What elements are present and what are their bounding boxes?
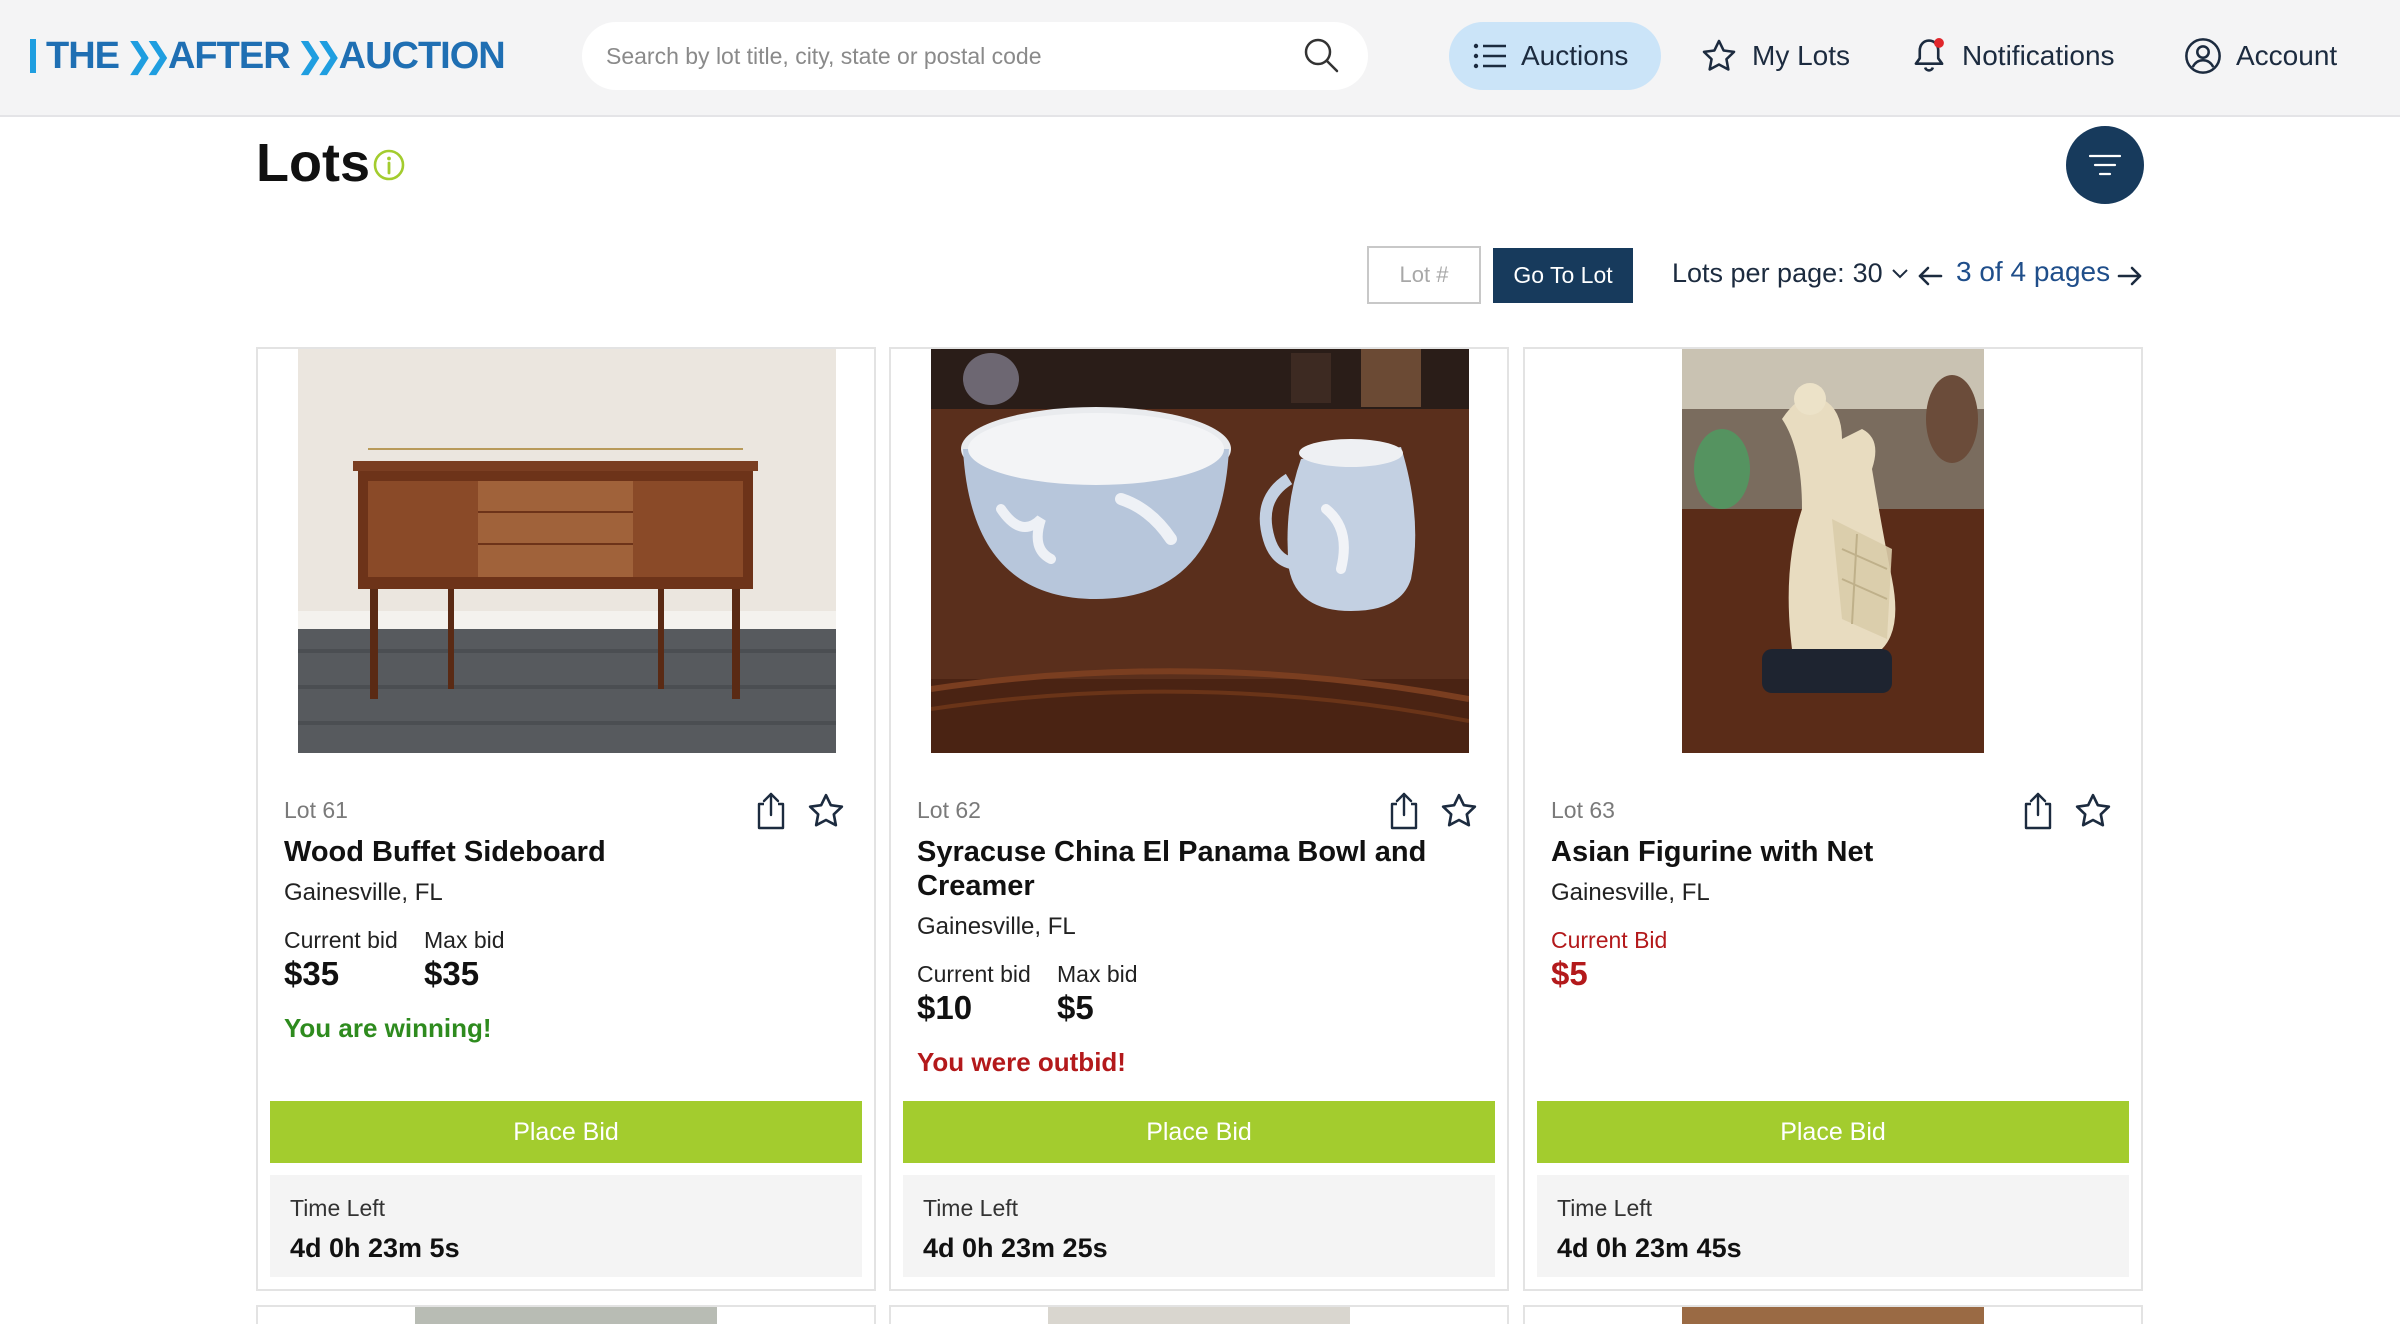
logo-chevron-icon: ❯❯ — [295, 37, 343, 75]
bid-status-winning: You are winning! — [284, 1013, 492, 1043]
time-left-label: Time Left — [923, 1195, 1019, 1221]
lot-location: Gainesville, FL — [284, 879, 443, 906]
info-icon[interactable] — [372, 148, 406, 182]
top-header: THE ❯❯ AFTER ❯❯ AUCTION Auctions My Lots… — [0, 0, 2400, 117]
lot-number-input[interactable] — [1367, 246, 1481, 304]
nav-auctions-label: Auctions — [1521, 40, 1629, 71]
lot-title[interactable]: Syracuse China El Panama Bowl and Creame… — [917, 835, 1477, 903]
previous-page-arrow-icon[interactable] — [1916, 262, 1944, 290]
nav-notifications-label: Notifications — [1962, 40, 2115, 71]
lot-image[interactable] — [1048, 1307, 1350, 1324]
max-bid-label: Max bid — [424, 927, 505, 953]
current-bid-label: Current bid — [284, 927, 398, 953]
list-icon — [1473, 43, 1506, 69]
logo-bar — [30, 39, 36, 73]
current-bid-value: $35 — [284, 955, 340, 992]
lot-card-partial[interactable] — [889, 1305, 1509, 1324]
lot-number: Lot 62 — [917, 797, 981, 823]
lots-per-page-value: 30 — [1852, 258, 1883, 288]
logo-word-auction: AUCTION — [338, 34, 506, 77]
share-icon[interactable] — [2019, 791, 2057, 831]
lot-title[interactable]: Wood Buffet Sideboard — [284, 835, 844, 869]
favorite-star-icon[interactable] — [806, 791, 846, 831]
search-input[interactable] — [606, 36, 1266, 76]
favorite-star-icon[interactable] — [2073, 791, 2113, 831]
time-left-panel: Time Left 4d 0h 23m 5s — [270, 1175, 862, 1277]
lots-per-page-label: Lots per page: — [1672, 258, 1845, 288]
lot-card[interactable]: Lot 61 Wood Buffet Sideboard Gainesville… — [256, 347, 876, 1291]
time-left-value: 4d 0h 23m 5s — [290, 1233, 460, 1263]
max-bid-value: $5 — [1057, 989, 1094, 1026]
nav-account-label: Account — [2236, 40, 2338, 71]
logo-word-after: AFTER — [167, 34, 291, 77]
nav-my-lots-label: My Lots — [1752, 40, 1851, 71]
share-icon[interactable] — [1385, 791, 1423, 831]
next-page-arrow-icon[interactable] — [2116, 262, 2144, 290]
time-left-value: 4d 0h 23m 25s — [923, 1233, 1108, 1263]
chevron-down-icon — [1891, 268, 1908, 278]
share-icon[interactable] — [752, 791, 790, 831]
lot-title[interactable]: Asian Figurine with Net — [1551, 835, 2111, 869]
nav-account[interactable]: Account — [2184, 22, 2337, 90]
lot-image[interactable] — [298, 349, 836, 753]
nav-my-lots[interactable]: My Lots — [1700, 22, 1850, 90]
current-bid-value: $10 — [917, 989, 973, 1026]
lot-location: Gainesville, FL — [1551, 879, 1710, 906]
lot-number: Lot 61 — [284, 797, 348, 823]
go-to-lot-button[interactable]: Go To Lot — [1493, 248, 1633, 303]
site-logo[interactable]: THE ❯❯ AFTER ❯❯ AUCTION — [30, 32, 506, 80]
time-left-panel: Time Left 4d 0h 23m 45s — [1537, 1175, 2129, 1277]
time-left-value: 4d 0h 23m 45s — [1557, 1233, 1742, 1263]
nav-auctions[interactable]: Auctions — [1449, 22, 1661, 90]
search-bar — [582, 22, 1368, 90]
logo-word-the: THE — [46, 34, 120, 77]
lot-image[interactable] — [1682, 349, 1984, 753]
bell-icon — [1914, 38, 1944, 72]
lot-card[interactable]: Lot 63 Asian Figurine with Net Gainesvil… — [1523, 347, 2143, 1291]
lot-card-partial[interactable] — [1523, 1305, 2143, 1324]
nav-notifications[interactable]: Notifications — [1910, 22, 2115, 90]
place-bid-button[interactable]: Place Bid — [1537, 1101, 2129, 1163]
lot-card-partial[interactable] — [256, 1305, 876, 1324]
user-circle-icon — [2185, 38, 2221, 74]
current-bid-label: Current Bid — [1551, 927, 1668, 953]
place-bid-button[interactable]: Place Bid — [903, 1101, 1495, 1163]
time-left-label: Time Left — [1557, 1195, 1653, 1221]
lot-number: Lot 63 — [1551, 797, 1615, 823]
logo-chevron-icon: ❯❯ — [125, 37, 172, 75]
max-bid-value: $35 — [424, 955, 480, 992]
lots-per-page-select[interactable]: Lots per page: 30 — [1672, 258, 1909, 289]
lot-image[interactable] — [415, 1307, 717, 1324]
current-bid-value: $5 — [1551, 955, 1588, 992]
time-left-panel: Time Left 4d 0h 23m 25s — [903, 1175, 1495, 1277]
page-title: Lots — [256, 133, 370, 193]
favorite-star-icon[interactable] — [1439, 791, 1479, 831]
filter-button[interactable] — [2066, 126, 2144, 204]
bid-status-outbid: You were outbid! — [917, 1047, 1126, 1077]
lot-image[interactable] — [1682, 1307, 1984, 1324]
lot-image[interactable] — [931, 349, 1469, 753]
star-icon — [1702, 39, 1736, 71]
place-bid-button[interactable]: Place Bid — [270, 1101, 862, 1163]
max-bid-label: Max bid — [1057, 961, 1138, 987]
pagination-status: 3 of 4 pages — [1956, 256, 2111, 287]
time-left-label: Time Left — [290, 1195, 386, 1221]
lot-card[interactable]: Lot 62 Syracuse China El Panama Bowl and… — [889, 347, 1509, 1291]
filter-icon — [2089, 154, 2121, 176]
lot-location: Gainesville, FL — [917, 913, 1076, 940]
search-icon[interactable] — [1302, 36, 1340, 74]
current-bid-label: Current bid — [917, 961, 1031, 987]
